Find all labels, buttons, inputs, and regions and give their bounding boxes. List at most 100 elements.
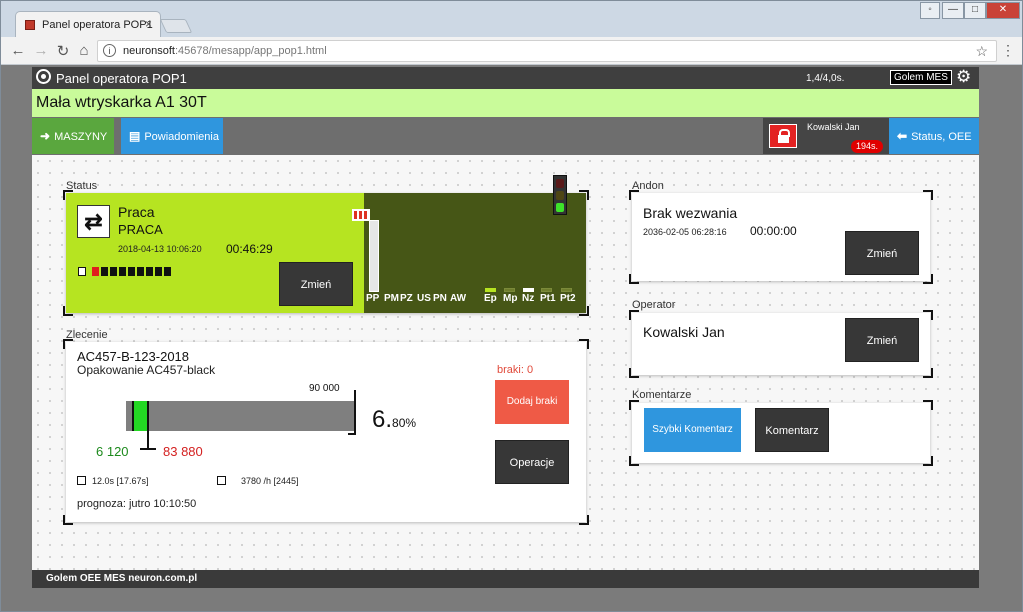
- user-name: Kowalski Jan: [807, 122, 860, 132]
- order-percent-int: 6.: [372, 406, 393, 433]
- status-history-cell: [128, 267, 135, 276]
- order-description: Opakowanie AC457-black: [77, 363, 216, 377]
- bookmark-star-icon[interactable]: ☆: [975, 43, 988, 60]
- machine-bar: Mała wtryskarka A1 30T: [32, 89, 979, 117]
- machines-button[interactable]: ➜ MASZYNY: [32, 118, 114, 154]
- operator-panel: Kowalski Jan Zmień: [629, 310, 933, 378]
- app-header: Panel operatora POP1 1,4/4,0s. Golem MES…: [32, 67, 979, 89]
- tab-close-icon[interactable]: ×: [145, 17, 152, 31]
- cycle-icon: ⇄: [77, 205, 110, 238]
- user-timer-badge: 194s.: [851, 140, 884, 153]
- flag-bulb-pt2: [561, 288, 572, 292]
- andon-change-button[interactable]: Zmień: [845, 231, 919, 275]
- status-change-button[interactable]: Zmień: [279, 262, 353, 306]
- comments-panel: Szybki Komentarz Komentarz: [629, 400, 933, 466]
- status-main: ⇄ Praca PRACA 2018-04-13 10:06:20 00:46:…: [66, 193, 364, 313]
- corner-mark: [63, 515, 73, 525]
- browser-menu-icon[interactable]: ⋮: [1001, 42, 1015, 59]
- order-target: 90 000: [309, 383, 340, 394]
- url-input[interactable]: i neuronsoft:45678/mesapp/app_pop1.html …: [97, 40, 997, 62]
- flag-code-ep: Ep: [484, 293, 497, 304]
- status-state: Praca: [118, 204, 155, 220]
- corner-mark: [923, 368, 933, 378]
- flag-code-nz: Nz: [522, 293, 535, 304]
- downtime-code-us: US: [417, 293, 431, 304]
- order-remaining-count: 83 880: [163, 444, 203, 459]
- downtime-code-pm: PM: [384, 293, 399, 304]
- arrow-right-icon: ➜: [40, 129, 51, 143]
- flag-bulb-ep: [485, 288, 496, 292]
- andon-panel: Brak wezwania 2036-02-05 06:28:16 00:00:…: [629, 190, 933, 284]
- corner-mark: [923, 310, 933, 320]
- flag-bulb-nz: [523, 288, 534, 292]
- downtime-code-pp: PP: [366, 293, 380, 304]
- andon-state: Brak wezwania: [643, 205, 738, 221]
- corner-mark: [923, 456, 933, 466]
- comments-section-label: Komentarze: [632, 389, 692, 401]
- minimize-icon[interactable]: —: [942, 2, 964, 19]
- gear-icon[interactable]: ⚙: [956, 68, 971, 86]
- downtime-code-pn: PN: [433, 293, 447, 304]
- flag-code-pt1: Pt1: [540, 293, 556, 304]
- operator-name: Kowalski Jan: [643, 324, 725, 340]
- tab-strip: Panel operatora POP1 × ◦ — □ ✕: [1, 1, 1022, 38]
- app-root: Panel operatora POP1 1,4/4,0s. Golem MES…: [32, 67, 979, 588]
- status-history-cell: [137, 267, 144, 276]
- traffic-red-lamp: [556, 179, 564, 188]
- corner-mark: [579, 515, 589, 525]
- notifications-icon: ▤: [129, 129, 141, 143]
- notifications-button[interactable]: ▤ Powiadomienia: [121, 118, 223, 154]
- operations-button[interactable]: Operacje: [495, 440, 569, 484]
- progress-end-base: [348, 433, 356, 435]
- order-cycle-time: 12.0s [17.67s]: [92, 476, 149, 486]
- profile-icon[interactable]: ◦: [920, 2, 940, 19]
- maximize-icon[interactable]: □: [964, 2, 986, 19]
- add-scrap-button[interactable]: Dodaj braki: [495, 380, 569, 424]
- dashboard-canvas: Status ⇄ Praca PRACA 2018-04-13 10:06:20…: [32, 155, 979, 570]
- machine-name: Mała wtryskarka A1 30T: [36, 94, 207, 111]
- forward-icon[interactable]: →: [32, 42, 50, 59]
- page-viewport: Panel operatora POP1 1,4/4,0s. Golem MES…: [1, 65, 1022, 611]
- new-tab-button[interactable]: [159, 19, 193, 33]
- info-icon[interactable]: i: [103, 44, 116, 57]
- order-rate: 3780 /h [2445]: [241, 476, 299, 486]
- app-title: Panel operatora POP1: [56, 71, 187, 86]
- corner-mark: [923, 274, 933, 284]
- comment-button[interactable]: Komentarz: [755, 408, 829, 452]
- reload-icon[interactable]: ↻: [54, 42, 72, 60]
- url-host: neuronsoft: [123, 45, 175, 57]
- quick-comment-button[interactable]: Szybki Komentarz: [644, 408, 741, 452]
- corner-mark: [579, 339, 589, 349]
- cycle-info: 1,4/4,0s.: [806, 73, 845, 84]
- rate-icon: [217, 476, 226, 485]
- status-history-cell: [119, 267, 126, 276]
- status-oee-label: Status, OEE: [911, 131, 972, 143]
- traffic-yellow-lamp: [556, 191, 564, 200]
- corner-mark: [579, 190, 589, 200]
- back-icon[interactable]: ←: [9, 42, 27, 59]
- browser-tab[interactable]: Panel operatora POP1 ×: [15, 11, 161, 38]
- corner-mark: [629, 274, 639, 284]
- corner-mark: [63, 306, 73, 316]
- downtime-code-pz: PZ: [400, 293, 413, 304]
- corner-mark: [923, 400, 933, 410]
- user-box[interactable]: Kowalski Jan 194s.: [763, 118, 889, 154]
- status-history-cell: [146, 267, 153, 276]
- operator-change-button[interactable]: Zmień: [845, 318, 919, 362]
- window-close-icon[interactable]: ✕: [986, 2, 1020, 19]
- home-icon[interactable]: ⌂: [75, 42, 93, 59]
- corner-mark: [629, 310, 639, 320]
- status-oee-button[interactable]: ⬅ Status, OEE: [889, 118, 979, 154]
- corner-mark: [63, 339, 73, 349]
- flag-bulb-pt1: [541, 288, 552, 292]
- status-history-cell: [164, 267, 171, 276]
- unlock-icon[interactable]: [769, 124, 797, 148]
- corner-mark: [579, 306, 589, 316]
- progress-marker-base: [140, 448, 156, 450]
- status-duration: 00:46:29: [226, 242, 273, 256]
- traffic-light-icon: [553, 175, 567, 215]
- nav-bar: ➜ MASZYNY ▤ Powiadomienia Kowalski Jan 194…: [32, 117, 979, 155]
- tab-title: Panel operatora POP1: [42, 19, 153, 31]
- status-code: PRACA: [118, 222, 163, 237]
- progress-end-marker: [354, 390, 356, 435]
